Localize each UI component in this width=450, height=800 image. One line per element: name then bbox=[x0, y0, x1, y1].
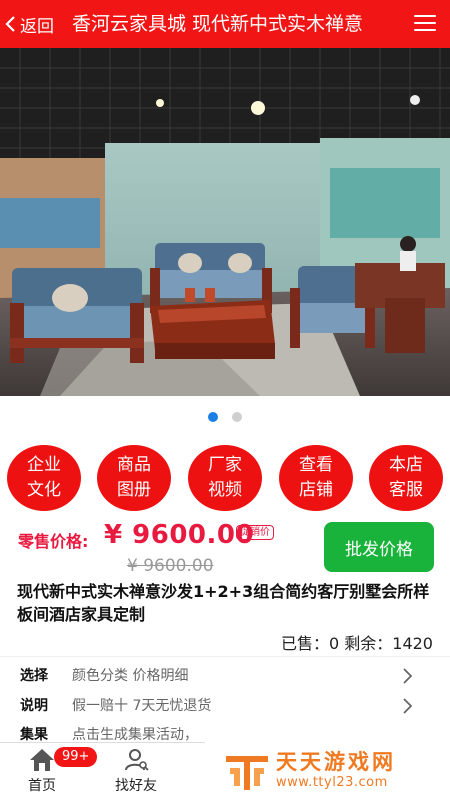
home-icon bbox=[30, 749, 54, 771]
factory-video-button[interactable]: 厂家视频 bbox=[188, 445, 262, 511]
app-header: 返回 香河云家具城 现代新中式实木禅意 bbox=[0, 0, 450, 48]
chevron-left-icon bbox=[5, 16, 15, 32]
option-label: 说明 bbox=[20, 698, 48, 714]
option-value: 点击生成集果活动， bbox=[72, 727, 198, 743]
menu-icon[interactable] bbox=[414, 12, 436, 34]
gallery-pagination bbox=[0, 412, 450, 422]
original-price: ¥ 9600.00 bbox=[127, 556, 214, 576]
tab-find-friends[interactable]: 找好友 bbox=[96, 743, 176, 800]
back-label: 返回 bbox=[20, 16, 54, 37]
store-service-label: 本店客服 bbox=[389, 455, 423, 500]
page-title: 香河云家具城 现代新中式实木禅意 bbox=[72, 13, 364, 35]
wholesale-price-button[interactable]: 批发价格 bbox=[324, 522, 434, 572]
watermark-logo-icon bbox=[226, 756, 268, 790]
option-value: 颜色分类 价格明细 bbox=[72, 668, 189, 684]
retail-price-label: 零售价格: bbox=[18, 532, 89, 551]
bottom-nav: 首页 找好友 bbox=[0, 742, 205, 800]
product-detail-page: 返回 香河云家具城 现代新中式实木禅意 企业文化 商品图册 厂家视频 查看店铺 … bbox=[0, 0, 450, 800]
watermark: 天天游戏网 www.ttyl23.com bbox=[218, 742, 450, 800]
watermark-title: 天天游戏网 bbox=[276, 750, 396, 774]
option-value: 假一赔十 7天无忧退货 bbox=[72, 698, 212, 714]
gallery-dot-1[interactable] bbox=[208, 412, 218, 422]
product-name: 现代新中式实木禅意沙发1+2+3组合简约客厅别墅会所样板间酒店家具定制 bbox=[17, 582, 430, 624]
gallery-dot-2[interactable] bbox=[232, 412, 242, 422]
quick-links: 企业文化 商品图册 厂家视频 查看店铺 本店客服 bbox=[0, 445, 450, 515]
option-label: 集果 bbox=[20, 727, 48, 743]
option-description-row[interactable]: 说明 假一赔十 7天无忧退货 bbox=[0, 690, 450, 720]
store-service-button[interactable]: 本店客服 bbox=[369, 445, 443, 511]
view-store-label: 查看店铺 bbox=[299, 455, 333, 500]
notification-badge: 99+ bbox=[54, 747, 98, 767]
chevron-right-icon bbox=[403, 668, 412, 684]
option-label: 选择 bbox=[20, 668, 48, 684]
stock-info: 已售：0 剩余：1420 bbox=[281, 634, 433, 653]
watermark-url: www.ttyl23.com bbox=[276, 775, 388, 790]
chevron-right-icon bbox=[403, 698, 412, 714]
factory-video-label: 厂家视频 bbox=[208, 455, 242, 500]
view-store-button[interactable]: 查看店铺 bbox=[279, 445, 353, 511]
promo-badge: 促销价 bbox=[236, 525, 274, 540]
product-image[interactable] bbox=[0, 48, 450, 396]
product-photo-illustration bbox=[0, 48, 450, 396]
product-album-button[interactable]: 商品图册 bbox=[97, 445, 171, 511]
divider bbox=[0, 656, 450, 657]
tab-home-label: 首页 bbox=[28, 778, 56, 794]
company-culture-label: 企业文化 bbox=[27, 455, 61, 500]
user-search-icon bbox=[125, 749, 149, 771]
tab-find-friends-label: 找好友 bbox=[115, 778, 157, 794]
company-culture-button[interactable]: 企业文化 bbox=[7, 445, 81, 511]
retail-price: ¥ 9600.00 bbox=[104, 520, 255, 550]
option-select-row[interactable]: 选择 颜色分类 价格明细 bbox=[0, 660, 450, 690]
back-button[interactable]: 返回 bbox=[4, 0, 54, 48]
product-album-label: 商品图册 bbox=[117, 455, 151, 500]
